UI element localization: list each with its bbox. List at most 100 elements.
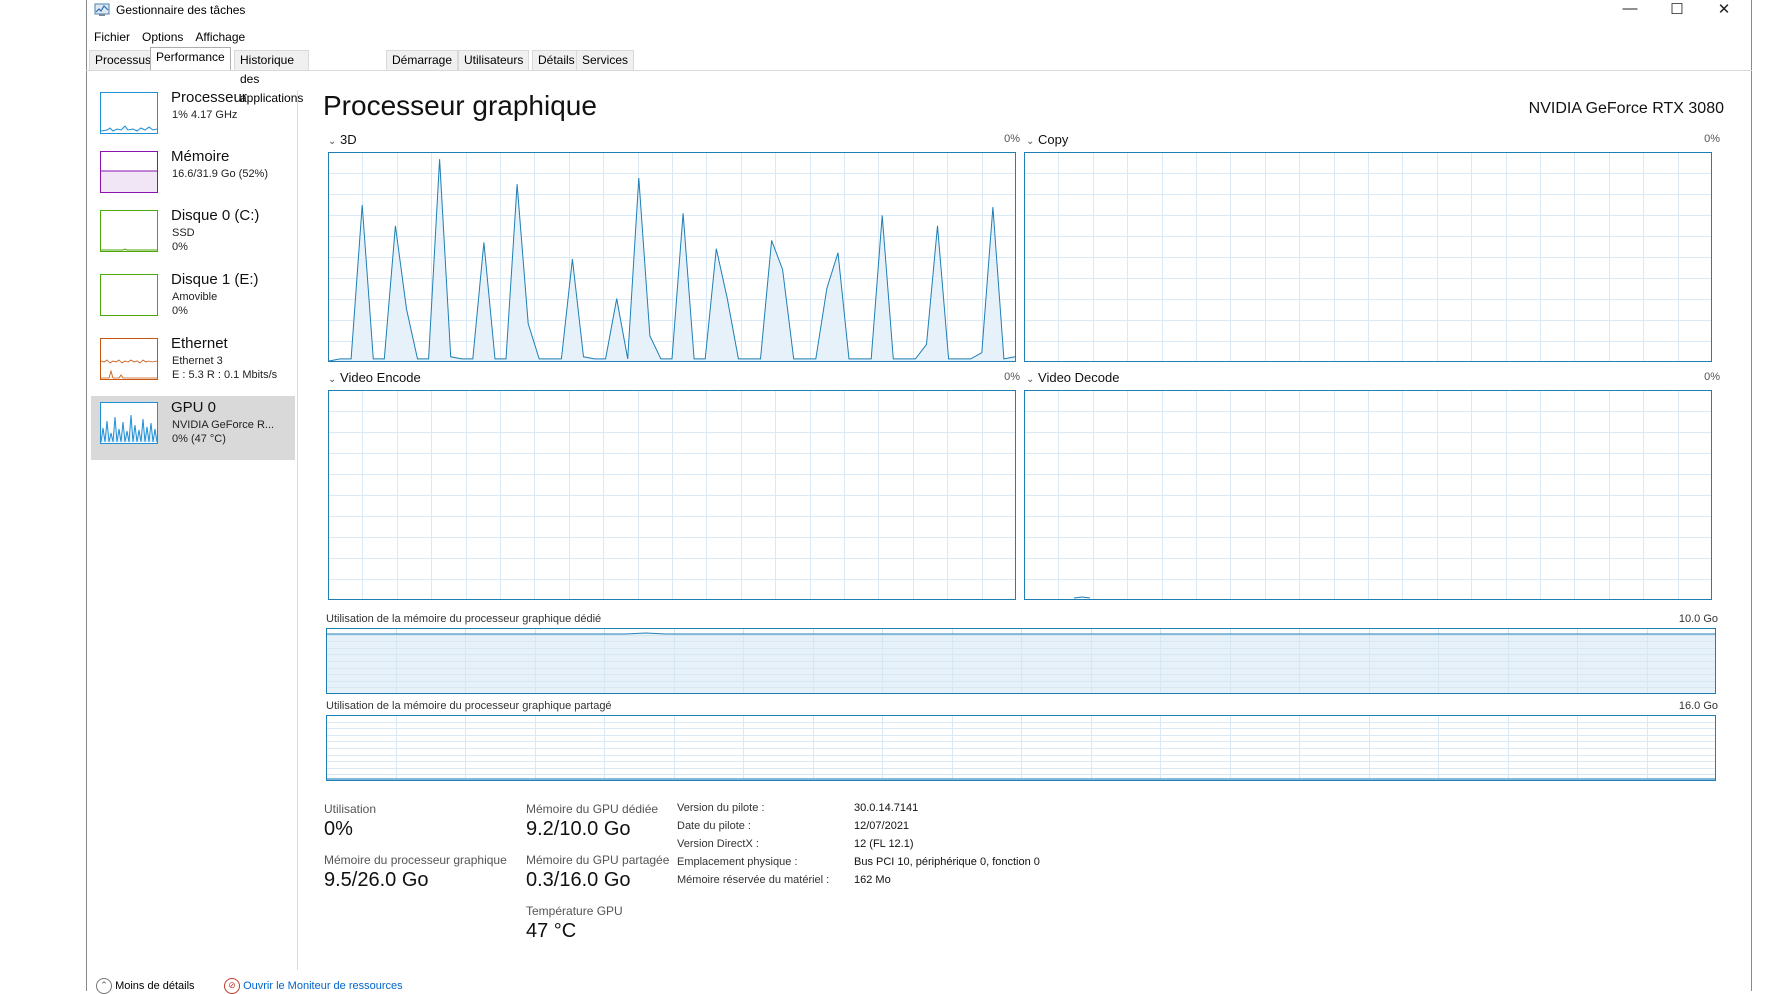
engine-3d-percent: 0%	[1004, 133, 1020, 145]
engine-3d-label: 3D	[340, 132, 357, 147]
gpu-model-name: NVIDIA GeForce RTX 3080	[1528, 100, 1724, 117]
menu-affichage[interactable]: Affichage	[195, 30, 245, 44]
tab-performance[interactable]: Performance	[150, 47, 231, 70]
sidebar-item-ethernet[interactable]: Ethernet Ethernet 3 E : 5.3 R : 0.1 Mbit…	[91, 332, 295, 396]
resource-monitor-link[interactable]: ⊘ Ouvrir le Moniteur de ressources	[224, 978, 403, 994]
gpu-temperature-label: Température GPU	[526, 904, 623, 918]
disk0-thumbnail-graph	[100, 210, 158, 252]
reserved-memory-value: 162 Mo	[854, 874, 891, 886]
gpu-memory-label: Mémoire du processeur graphique	[324, 853, 507, 867]
engine-video-decode-dropdown[interactable]: ⌄ Video Decode	[1026, 370, 1119, 385]
graph-shared-memory	[326, 715, 1716, 781]
sidebar-item-disque-1[interactable]: Disque 1 (E:) Amovible 0%	[91, 268, 295, 332]
dedicated-memory-label: Utilisation de la mémoire du processeur …	[326, 613, 602, 625]
sidebar-item-detail: 0%	[172, 305, 188, 317]
sidebar-item-detail: Amovible	[172, 291, 218, 303]
graph-video-encode	[328, 390, 1016, 600]
maximize-button[interactable]: ☐	[1657, 0, 1697, 18]
page-title: Processeur graphique	[323, 90, 597, 121]
dedicated-memory-max: 10.0 Go	[1678, 613, 1718, 625]
directx-version-key: Version DirectX :	[677, 838, 759, 850]
gpu-memory-value: 9.5/26.0 Go	[324, 869, 429, 891]
directx-version-value: 12 (FL 12.1)	[854, 838, 914, 850]
sidebar-separator	[297, 90, 298, 970]
graph-dedicated-memory	[326, 628, 1716, 694]
sidebar-item-detail: 1% 4.17 GHz	[172, 109, 238, 121]
resource-monitor-icon: ⊘	[224, 978, 240, 994]
sidebar-item-name: Ethernet	[171, 335, 228, 352]
sidebar-item-name: GPU 0	[171, 399, 217, 416]
memory-thumbnail-graph	[100, 151, 158, 193]
less-details-button[interactable]: ⌃ Moins de détails	[96, 978, 195, 994]
minimize-button[interactable]: —	[1610, 0, 1650, 17]
tab-demarrage[interactable]: Démarrage	[386, 50, 459, 70]
ethernet-thumbnail-graph	[100, 338, 158, 380]
engine-copy-percent: 0%	[1704, 133, 1720, 145]
engine-3d-dropdown[interactable]: ⌄ 3D	[328, 132, 357, 147]
menu-fichier[interactable]: Fichier	[94, 30, 130, 44]
shared-memory-max: 16.0 Go	[1678, 700, 1718, 712]
sidebar-item-memoire[interactable]: Mémoire 16.6/31.9 Go (52%)	[91, 145, 295, 209]
dedicated-gpu-memory-label: Mémoire du GPU dédiée	[526, 802, 659, 816]
disk1-thumbnail-graph	[100, 274, 158, 316]
tab-processus[interactable]: Processus	[89, 50, 158, 70]
tab-historique[interactable]: Historique des applications	[234, 50, 310, 105]
shared-memory-label: Utilisation de la mémoire du processeur …	[326, 700, 612, 712]
chevron-down-icon: ⌄	[1026, 374, 1035, 385]
engine-video-encode-dropdown[interactable]: ⌄ Video Encode	[328, 370, 421, 385]
engine-copy-dropdown[interactable]: ⌄ Copy	[1026, 132, 1068, 147]
menu-options[interactable]: Options	[142, 30, 183, 44]
close-button[interactable]: ✕	[1704, 0, 1744, 18]
chevron-up-circle-icon: ⌃	[96, 978, 112, 994]
less-details-label: Moins de détails	[115, 980, 195, 992]
sidebar-item-name: Processeur	[171, 89, 247, 106]
tab-services[interactable]: Services	[576, 50, 635, 70]
gpu-temperature-value: 47 °C	[526, 920, 577, 942]
shared-gpu-memory-value: 0.3/16.0 Go	[526, 869, 631, 891]
utilisation-label: Utilisation	[324, 802, 377, 816]
driver-version-key: Version du pilote :	[677, 802, 765, 814]
sidebar-item-name: Disque 0 (C:)	[171, 207, 260, 224]
sidebar-item-detail: 0%	[172, 241, 188, 253]
gpu-thumbnail-graph	[100, 402, 158, 444]
sidebar-item-detail: SSD	[172, 227, 195, 239]
engine-video-decode-percent: 0%	[1704, 371, 1720, 383]
engine-video-decode-label: Video Decode	[1038, 370, 1120, 385]
cpu-thumbnail-graph	[100, 92, 158, 134]
sidebar-item-detail: 0% (47 °C)	[172, 433, 226, 445]
dedicated-gpu-memory-value: 9.2/10.0 Go	[526, 818, 631, 840]
task-manager-app-icon	[94, 3, 110, 17]
reserved-memory-key: Mémoire réservée du matériel :	[677, 874, 830, 886]
sidebar-item-name: Disque 1 (E:)	[171, 271, 259, 288]
sidebar-item-detail: 16.6/31.9 Go (52%)	[172, 168, 269, 180]
graph-copy	[1024, 152, 1712, 362]
tab-content-border	[86, 70, 1752, 71]
sidebar-item-detail: NVIDIA GeForce R...	[172, 419, 275, 431]
driver-date-value: 12/07/2021	[854, 820, 910, 832]
physical-location-key: Emplacement physique :	[677, 856, 798, 868]
sidebar-item-processeur[interactable]: Processeur 1% 4.17 GHz	[91, 86, 295, 150]
menu-bar: Fichier Options Affichage	[94, 28, 257, 46]
sidebar-item-gpu-0[interactable]: GPU 0 NVIDIA GeForce R... 0% (47 °C)	[91, 396, 295, 460]
resource-monitor-label: Ouvrir le Moniteur de ressources	[243, 980, 403, 992]
driver-date-key: Date du pilote :	[677, 820, 751, 832]
physical-location-value: Bus PCI 10, périphérique 0, fonction 0	[854, 856, 1040, 868]
chevron-down-icon: ⌄	[328, 374, 337, 385]
engine-video-encode-percent: 0%	[1004, 371, 1020, 383]
sidebar-item-disque-0[interactable]: Disque 0 (C:) SSD 0%	[91, 204, 295, 268]
graph-video-decode	[1024, 390, 1712, 600]
chevron-down-icon: ⌄	[328, 136, 337, 147]
engine-video-encode-label: Video Encode	[340, 370, 421, 385]
sidebar-item-name: Mémoire	[171, 148, 230, 165]
utilisation-value: 0%	[324, 818, 353, 840]
tab-details[interactable]: Détails	[532, 50, 581, 70]
chevron-down-icon: ⌄	[1026, 136, 1035, 147]
shared-gpu-memory-label: Mémoire du GPU partagée	[526, 853, 670, 867]
sidebar-item-detail: Ethernet 3	[172, 355, 223, 367]
engine-copy-label: Copy	[1038, 132, 1069, 147]
sidebar-item-detail: E : 5.3 R : 0.1 Mbits/s	[172, 369, 278, 381]
driver-version-value: 30.0.14.7141	[854, 802, 919, 814]
window-title: Gestionnaire des tâches	[116, 3, 246, 17]
graph-3d	[328, 152, 1016, 362]
tab-utilisateurs[interactable]: Utilisateurs	[458, 50, 530, 70]
